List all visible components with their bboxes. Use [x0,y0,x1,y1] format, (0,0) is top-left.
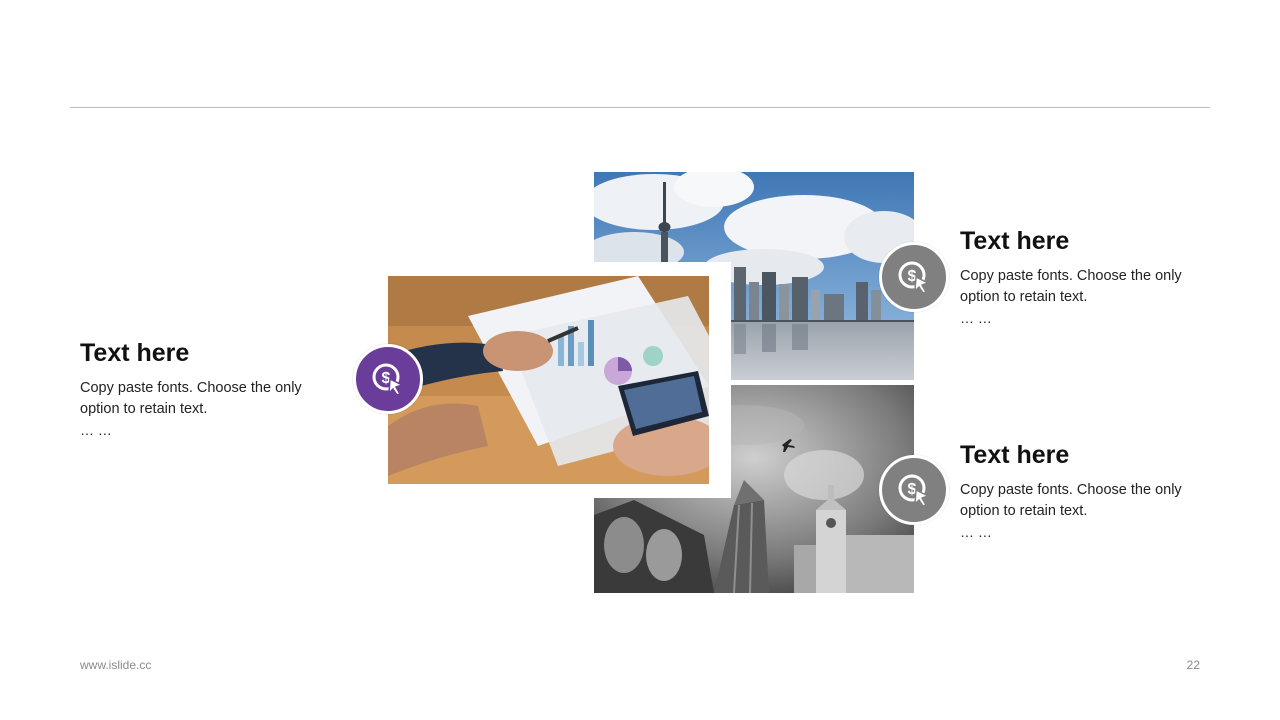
right-bottom-ellipsis: … … [960,524,992,540]
left-heading: Text here [80,339,190,367]
dollar-cursor-icon: $ [372,363,404,396]
header-divider [70,107,1210,108]
left-text-block: Text here Copy paste fonts. Choose the o… [80,338,330,440]
right-top-badge: $ [879,242,949,312]
dollar-cursor-icon: $ [898,474,930,507]
page-number: 22 [1186,658,1200,672]
right-bottom-badge: $ [879,455,949,525]
right-top-heading: Text here [960,227,1070,255]
right-bottom-body: Copy paste fonts. Choose the only option… [960,482,1182,519]
right-top-text-block: Text here Copy paste fonts. Choose the o… [960,226,1200,328]
right-top-body: Copy paste fonts. Choose the only option… [960,268,1182,305]
right-bottom-heading: Text here [960,441,1070,469]
left-ellipsis: … … [80,422,112,438]
right-top-ellipsis: … … [960,310,992,326]
left-body: Copy paste fonts. Choose the only option… [80,380,302,417]
footer-website[interactable]: www.islide.cc [80,658,151,672]
dollar-cursor-icon: $ [898,261,930,294]
business-charts-photo [388,276,709,484]
left-badge: $ [353,344,423,414]
right-bottom-text-block: Text here Copy paste fonts. Choose the o… [960,440,1200,542]
